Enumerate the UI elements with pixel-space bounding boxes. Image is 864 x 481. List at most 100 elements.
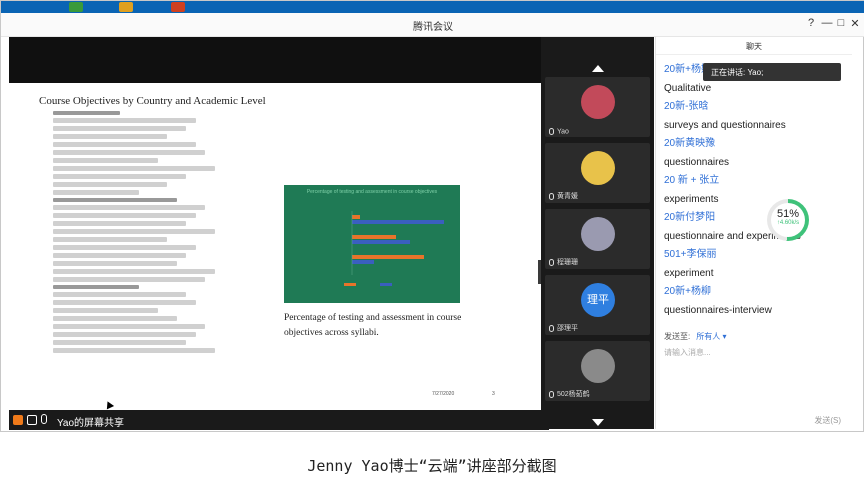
participant-name: Yao bbox=[549, 127, 569, 135]
gauge-speed: ↑4.60k/s bbox=[776, 220, 800, 226]
table-row bbox=[53, 190, 139, 195]
message-sender: 20新+杨柳 bbox=[664, 286, 711, 297]
bar bbox=[352, 215, 360, 219]
table-row bbox=[53, 213, 196, 218]
send-to-selector[interactable]: 发送至: 所有人 ▾ bbox=[664, 331, 726, 342]
table-row bbox=[53, 134, 167, 139]
table-row bbox=[53, 166, 215, 171]
list-item: 20新+杨柳 questionnaires-interview bbox=[664, 283, 846, 320]
table-row bbox=[53, 174, 186, 179]
table-row bbox=[53, 308, 158, 313]
scroll-down-icon[interactable] bbox=[592, 419, 604, 426]
table-row bbox=[53, 324, 205, 329]
network-gauge[interactable]: 51% ↑4.60k/s bbox=[767, 199, 809, 241]
send-to-value[interactable]: 所有人 ▾ bbox=[696, 332, 726, 341]
chat-title: 聊天 bbox=[746, 42, 762, 51]
table-row bbox=[53, 340, 186, 345]
table-row bbox=[53, 237, 167, 242]
table-row bbox=[53, 332, 196, 337]
table-row bbox=[53, 292, 186, 297]
table-row bbox=[53, 300, 196, 305]
table-row bbox=[53, 285, 139, 289]
close-button[interactable]: ✕ bbox=[847, 17, 863, 30]
speaking-indicator: 正在讲话: Yao; bbox=[703, 63, 841, 81]
bar bbox=[352, 220, 444, 224]
table-row bbox=[53, 269, 215, 274]
table-row bbox=[53, 245, 196, 250]
legend-swatch bbox=[380, 283, 392, 286]
bar bbox=[352, 240, 410, 244]
mic-icon bbox=[549, 390, 554, 398]
os-taskbar bbox=[1, 1, 864, 13]
message-text: Qualitative bbox=[664, 83, 712, 94]
share-status-bar: Yao的屏幕共享 bbox=[9, 410, 549, 430]
help-icon[interactable]: ? bbox=[803, 17, 819, 29]
table-row bbox=[53, 150, 205, 155]
figure-caption: Jenny Yao博士“云端”讲座部分截图 bbox=[307, 457, 557, 475]
message-sender: 20新付梦阳 bbox=[664, 212, 716, 223]
message-list[interactable]: 20新+杨姆锺 Qualitative 20新-张晗 surveys and que… bbox=[664, 61, 846, 320]
bar bbox=[352, 260, 374, 264]
table-row bbox=[53, 229, 215, 234]
table-row bbox=[53, 277, 205, 282]
chat-header: 聊天 bbox=[656, 37, 852, 55]
participant-tile[interactable]: 黄青媛 bbox=[545, 143, 650, 203]
chart-caption: Percentage of testing and assessment in … bbox=[284, 313, 462, 338]
gauge-value: 51% bbox=[776, 208, 800, 220]
screen-icon bbox=[27, 415, 37, 425]
table-row bbox=[53, 158, 158, 163]
message-text: questionnaires-interview bbox=[664, 305, 772, 316]
participant-tile[interactable]: 程珊珊 bbox=[545, 209, 650, 269]
mic-icon bbox=[549, 192, 554, 200]
slide-page-number: 3 bbox=[492, 391, 495, 397]
share-label: Yao的屏幕共享 bbox=[57, 418, 125, 429]
message-text: surveys and questionnaires bbox=[664, 120, 786, 131]
participant-name: 程珊珊 bbox=[549, 257, 578, 267]
message-sender: 20 新 + 张立 bbox=[664, 175, 720, 186]
list-item: 501+李保丽 experiment bbox=[664, 246, 846, 283]
app-icon[interactable] bbox=[69, 2, 83, 12]
participant-name: 邵理平 bbox=[549, 323, 578, 333]
table-row bbox=[53, 348, 215, 353]
table-row bbox=[53, 118, 196, 123]
screen-share-area[interactable]: Course Objectives by Country and Academi… bbox=[9, 37, 549, 429]
message-text: experiment bbox=[664, 268, 714, 279]
participant-name: 黄青媛 bbox=[549, 191, 578, 201]
bar bbox=[352, 235, 396, 239]
objectives-table bbox=[53, 111, 233, 356]
table-row bbox=[53, 111, 120, 115]
participant-tile[interactable]: 502杨茹鹤 bbox=[545, 341, 650, 401]
mic-icon bbox=[549, 324, 554, 332]
message-sender: 501+李保丽 bbox=[664, 249, 717, 260]
scroll-up-icon[interactable] bbox=[592, 65, 604, 72]
table-row bbox=[53, 142, 196, 147]
mic-icon bbox=[41, 414, 47, 424]
gauge-center: 51% ↑4.60k/s bbox=[771, 203, 805, 237]
chart-svg bbox=[344, 211, 444, 286]
title-bar: 腾讯会议 ? — □ ✕ bbox=[1, 13, 864, 37]
slide-bar-chart: Percentage of testing and assessment in … bbox=[284, 185, 460, 303]
send-button[interactable]: 发送(S) bbox=[814, 415, 841, 426]
message-sender: 20新黄映豫 bbox=[664, 138, 716, 149]
app-icon[interactable] bbox=[119, 2, 133, 12]
table-row bbox=[53, 182, 167, 187]
app-icon[interactable] bbox=[171, 2, 185, 12]
slide-title: Course Objectives by Country and Academi… bbox=[39, 95, 266, 107]
message-sender: 20新-张晗 bbox=[664, 101, 709, 112]
message-text: experiments bbox=[664, 194, 719, 205]
list-item: 20新-张晗 surveys and questionnaires bbox=[664, 98, 846, 135]
chat-input[interactable]: 请输入消息... bbox=[664, 347, 711, 358]
list-item: 20新黄映豫 questionnaires bbox=[664, 135, 846, 172]
bar bbox=[352, 255, 424, 259]
participant-name: 502杨茹鹤 bbox=[549, 389, 590, 399]
avatar bbox=[581, 349, 615, 383]
mic-icon bbox=[549, 127, 554, 135]
participant-panel: Yao 黄青媛 程珊珊 理平 邵理平 502杨茹鹤 bbox=[541, 37, 654, 429]
message-text: questionnaire and experiments bbox=[664, 231, 801, 242]
participant-tile[interactable]: Yao bbox=[545, 77, 650, 137]
avatar: 理平 bbox=[581, 283, 615, 317]
mouse-cursor-icon bbox=[103, 399, 115, 410]
table-row bbox=[53, 316, 177, 321]
participant-tile[interactable]: 理平 邵理平 bbox=[545, 275, 650, 335]
legend-swatch bbox=[344, 283, 356, 286]
